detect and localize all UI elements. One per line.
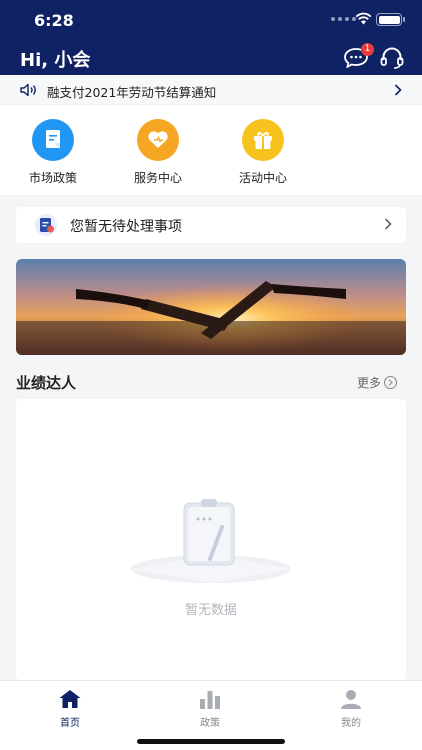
- chart-icon: [170, 689, 250, 709]
- empty-clipboard-icon: [131, 499, 291, 583]
- app-header: 6:28 Hi, 小会 1: [0, 0, 422, 75]
- todo-text: 您暂无待处理事项: [70, 219, 182, 235]
- tab-label: 政策: [200, 718, 220, 729]
- message-badge: 1: [361, 43, 374, 56]
- tab-label: 我的: [341, 718, 361, 729]
- tab-policy[interactable]: 政策: [170, 689, 250, 729]
- section-title: 业绩达人: [16, 374, 77, 392]
- headset-icon[interactable]: [380, 47, 404, 69]
- chevron-right-icon: [394, 84, 402, 96]
- quick-action-label: 服务中心: [133, 171, 182, 185]
- tab-label: 首页: [60, 718, 80, 729]
- todo-card[interactable]: 您暂无待处理事项: [16, 207, 406, 243]
- home-indicator[interactable]: [137, 739, 285, 744]
- task-list-icon: [35, 214, 57, 236]
- chevron-circle-right-icon: [384, 376, 398, 389]
- sunset-banner-image: [16, 259, 406, 355]
- speaker-icon: [20, 83, 36, 97]
- gift-icon: [242, 119, 284, 161]
- user-icon: [311, 689, 391, 709]
- wifi-icon: [355, 12, 372, 25]
- heart-icon: [137, 119, 179, 161]
- promo-banner[interactable]: [16, 259, 406, 355]
- status-time: 6:28: [34, 11, 74, 30]
- document-icon: [32, 119, 74, 161]
- status-bar: 6:28: [0, 0, 422, 40]
- signal-icon: [331, 17, 356, 21]
- quick-action-market-policy[interactable]: 市场政策: [13, 119, 93, 186]
- battery-icon: [376, 13, 405, 26]
- tab-home[interactable]: 首页: [30, 689, 110, 729]
- more-label: 更多: [357, 376, 382, 390]
- quick-action-label: 活动中心: [238, 171, 287, 185]
- chevron-right-icon: [384, 218, 392, 230]
- quick-action-activity-center[interactable]: 活动中心: [223, 119, 303, 186]
- quick-actions: 市场政策 服务中心 活动中心: [0, 105, 422, 195]
- empty-text: 暂无数据: [184, 603, 237, 618]
- notice-text: 融支付2021年劳动节结算通知: [47, 85, 217, 100]
- tab-mine[interactable]: 我的: [311, 689, 391, 729]
- quick-action-service-center[interactable]: 服务中心: [118, 119, 198, 186]
- home-icon: [30, 689, 110, 709]
- greeting: Hi, 小会: [20, 50, 91, 71]
- notice-bar[interactable]: 融支付2021年劳动节结算通知: [0, 75, 422, 105]
- leaderboard-card: 暂无数据: [16, 399, 406, 680]
- quick-action-label: 市场政策: [28, 171, 77, 185]
- more-link[interactable]: 更多: [357, 374, 398, 391]
